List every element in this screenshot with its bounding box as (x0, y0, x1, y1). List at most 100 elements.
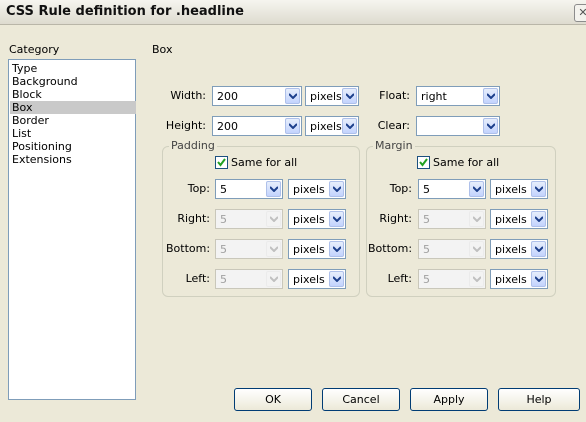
margin-right-unit: pixels (495, 213, 527, 226)
margin-left-unit-select[interactable]: pixels (490, 269, 548, 289)
margin-top-label: Top: (389, 182, 412, 195)
chevron-down-icon[interactable] (483, 118, 498, 134)
clear-select[interactable] (416, 116, 500, 136)
margin-top-value: 5 (423, 183, 430, 196)
category-item-type[interactable]: Type (10, 62, 136, 75)
width-label: Width: (170, 89, 206, 102)
width-unit-select[interactable]: pixels (305, 86, 359, 106)
padding-bottom-unit: pixels (293, 243, 325, 256)
padding-bottom-label: Bottom: (166, 242, 211, 255)
padding-top-unit: pixels (293, 183, 325, 196)
float-select[interactable]: right (416, 86, 500, 106)
chevron-down-icon (469, 241, 484, 257)
chevron-down-icon[interactable] (342, 88, 357, 104)
chevron-down-icon[interactable] (285, 88, 300, 104)
padding-right-select: 5 (215, 209, 283, 229)
padding-bottom-select: 5 (215, 239, 283, 259)
margin-left-value: 5 (423, 273, 430, 286)
height-select[interactable]: 200 (212, 116, 302, 136)
padding-same-for-all[interactable]: Same for all (215, 155, 297, 169)
width-unit-value: pixels (310, 90, 342, 103)
chevron-down-icon[interactable] (531, 211, 546, 227)
css-rule-dialog: CSS Rule definition for .headline ✕ Cate… (0, 0, 586, 422)
margin-right-select: 5 (418, 209, 486, 229)
padding-left-unit: pixels (293, 273, 325, 286)
category-item-list[interactable]: List (10, 127, 136, 140)
chevron-down-icon (266, 271, 281, 287)
dialog-title: CSS Rule definition for .headline (6, 4, 244, 19)
category-heading: Category (9, 43, 60, 56)
padding-same-label: Same for all (231, 155, 298, 169)
section-title: Box (152, 43, 173, 56)
margin-legend: Margin (373, 139, 415, 152)
padding-left-unit-select[interactable]: pixels (288, 269, 346, 289)
chevron-down-icon[interactable] (329, 181, 344, 197)
margin-left-select: 5 (418, 269, 486, 289)
chevron-down-icon (469, 211, 484, 227)
cancel-button[interactable]: Cancel (322, 388, 400, 411)
category-item-background[interactable]: Background (10, 75, 136, 88)
margin-left-label: Left: (387, 272, 412, 285)
apply-button[interactable]: Apply (410, 388, 488, 411)
padding-left-value: 5 (220, 273, 227, 286)
padding-top-select[interactable]: 5 (215, 179, 283, 199)
chevron-down-icon[interactable] (342, 118, 357, 134)
checkbox[interactable] (215, 155, 228, 169)
padding-top-value: 5 (220, 183, 227, 196)
padding-legend: Padding (169, 139, 217, 152)
padding-right-label: Right: (177, 212, 210, 225)
padding-right-unit: pixels (293, 213, 325, 226)
margin-top-unit-select[interactable]: pixels (490, 179, 548, 199)
margin-left-unit: pixels (495, 273, 527, 286)
width-select[interactable]: 200 (212, 86, 302, 106)
category-item-positioning[interactable]: Positioning (10, 140, 136, 153)
category-list: Type Background Block Box Border List Po… (8, 59, 136, 400)
padding-right-unit-select[interactable]: pixels (288, 209, 346, 229)
margin-same-label: Same for all (433, 155, 500, 169)
margin-right-value: 5 (423, 213, 430, 226)
chevron-down-icon[interactable] (285, 118, 300, 134)
margin-same-for-all[interactable]: Same for all (417, 155, 499, 169)
margin-top-unit: pixels (495, 183, 527, 196)
padding-top-unit-select[interactable]: pixels (288, 179, 346, 199)
margin-top-select[interactable]: 5 (418, 179, 486, 199)
close-icon[interactable]: ✕ (574, 4, 586, 22)
padding-left-label: Left: (185, 272, 210, 285)
chevron-down-icon (266, 211, 281, 227)
category-item-block[interactable]: Block (10, 88, 136, 101)
margin-bottom-select: 5 (418, 239, 486, 259)
padding-bottom-unit-select[interactable]: pixels (288, 239, 346, 259)
title-bar: CSS Rule definition for .headline ✕ (0, 0, 586, 25)
clear-label: Clear: (377, 119, 410, 132)
chevron-down-icon[interactable] (329, 211, 344, 227)
checkbox[interactable] (417, 155, 430, 169)
category-item-box[interactable]: Box (10, 101, 136, 114)
width-value: 200 (217, 90, 238, 103)
margin-bottom-value: 5 (423, 243, 430, 256)
chevron-down-icon[interactable] (531, 181, 546, 197)
margin-bottom-unit-select[interactable]: pixels (490, 239, 548, 259)
float-label: Float: (379, 89, 410, 102)
chevron-down-icon[interactable] (266, 181, 281, 197)
ok-button[interactable]: OK (234, 388, 312, 411)
help-button[interactable]: Help (498, 388, 580, 411)
float-value: right (421, 90, 447, 103)
chevron-down-icon[interactable] (531, 271, 546, 287)
category-item-border[interactable]: Border (10, 114, 136, 127)
height-unit-select[interactable]: pixels (305, 116, 359, 136)
padding-left-select: 5 (215, 269, 283, 289)
height-unit-value: pixels (310, 120, 342, 133)
margin-bottom-unit: pixels (495, 243, 527, 256)
category-item-extensions[interactable]: Extensions (10, 153, 136, 166)
chevron-down-icon[interactable] (469, 181, 484, 197)
chevron-down-icon[interactable] (531, 241, 546, 257)
margin-right-unit-select[interactable]: pixels (490, 209, 548, 229)
margin-bottom-label: Bottom: (368, 242, 413, 255)
chevron-down-icon[interactable] (329, 241, 344, 257)
padding-top-label: Top: (187, 182, 210, 195)
height-value: 200 (217, 120, 238, 133)
margin-right-label: Right: (379, 212, 412, 225)
chevron-down-icon[interactable] (483, 88, 498, 104)
chevron-down-icon[interactable] (329, 271, 344, 287)
chevron-down-icon (266, 241, 281, 257)
